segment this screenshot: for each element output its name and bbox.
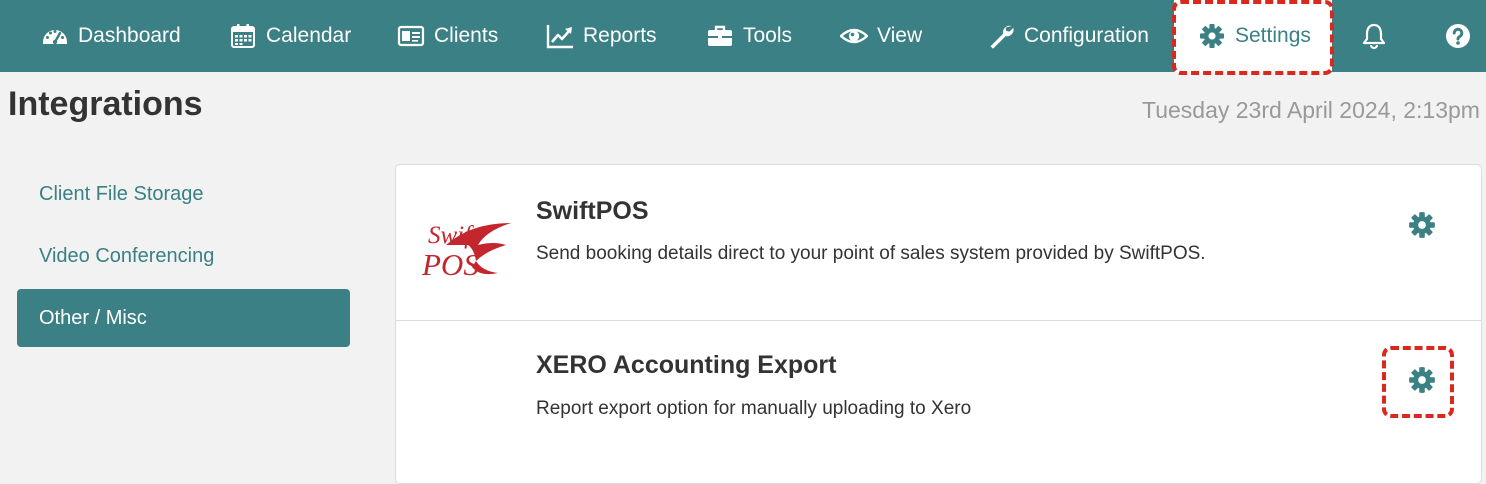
sidebar-item-video-conferencing[interactable]: Video Conferencing <box>17 227 350 285</box>
swiftpos-settings-button[interactable] <box>1407 210 1437 240</box>
sidebar-item-label: Video Conferencing <box>39 244 215 267</box>
question-circle-icon <box>1446 24 1470 48</box>
nav-configuration-label: Configuration <box>1024 24 1149 47</box>
line-chart-icon <box>546 25 573 49</box>
sidebar-item-other-misc[interactable]: Other / Misc <box>17 289 350 347</box>
eye-icon <box>840 28 868 44</box>
calendar-icon <box>231 24 255 48</box>
current-datetime: Tuesday 23rd April 2024, 2:13pm <box>1142 97 1480 123</box>
swiftpos-logo-text-top: Swift <box>428 222 479 249</box>
nav-configuration[interactable]: Configuration <box>987 0 1149 72</box>
nav-tools[interactable]: Tools <box>706 0 792 72</box>
nav-calendar-label: Calendar <box>266 24 352 47</box>
notifications-button[interactable] <box>1360 0 1397 72</box>
nav-reports-label: Reports <box>583 24 657 47</box>
integration-description: Send booking details direct to your poin… <box>536 243 1206 264</box>
sidebar-item-label: Client File Storage <box>39 182 204 205</box>
id-card-icon <box>397 25 425 47</box>
nav-calendar[interactable]: Calendar <box>229 0 351 72</box>
sidebar-item-client-file-storage[interactable]: Client File Storage <box>17 165 350 223</box>
integration-description: Report export option for manually upload… <box>536 398 972 419</box>
sidebar-item-label: Other / Misc <box>39 306 147 329</box>
top-navigation-bar: Dashboard Calendar Clients Reports Tools… <box>0 0 1486 72</box>
toolbox-icon <box>708 25 732 46</box>
nav-settings-label: Settings <box>1235 24 1311 47</box>
integration-title: SwiftPOS <box>536 197 649 225</box>
swiftpos-logo-text-bottom: POS <box>421 247 479 282</box>
page-title: Integrations <box>8 85 203 123</box>
nav-dashboard-label: Dashboard <box>78 24 181 47</box>
integrations-panel: Swift POS SwiftPOS Send booking details … <box>395 164 1482 484</box>
nav-reports[interactable]: Reports <box>546 0 657 72</box>
nav-view[interactable]: View <box>840 0 922 72</box>
gear-icon <box>1409 367 1435 393</box>
nav-clients[interactable]: Clients <box>397 0 498 72</box>
divider <box>396 320 1481 321</box>
nav-dashboard[interactable]: Dashboard <box>41 0 181 72</box>
gear-icon <box>1200 24 1224 48</box>
integration-title: XERO Accounting Export <box>536 351 837 379</box>
nav-view-label: View <box>877 24 923 47</box>
gear-icon <box>1409 212 1435 238</box>
bell-icon <box>1362 23 1386 50</box>
xero-settings-button[interactable] <box>1407 365 1437 395</box>
swiftpos-logo: Swift POS <box>416 205 516 283</box>
dashboard-gauge-icon <box>43 30 67 45</box>
wrench-icon <box>990 25 1014 49</box>
nav-settings[interactable]: Settings <box>1174 0 1332 72</box>
nav-tools-label: Tools <box>743 24 793 47</box>
help-button[interactable] <box>1444 0 1481 72</box>
nav-clients-label: Clients <box>434 24 499 47</box>
